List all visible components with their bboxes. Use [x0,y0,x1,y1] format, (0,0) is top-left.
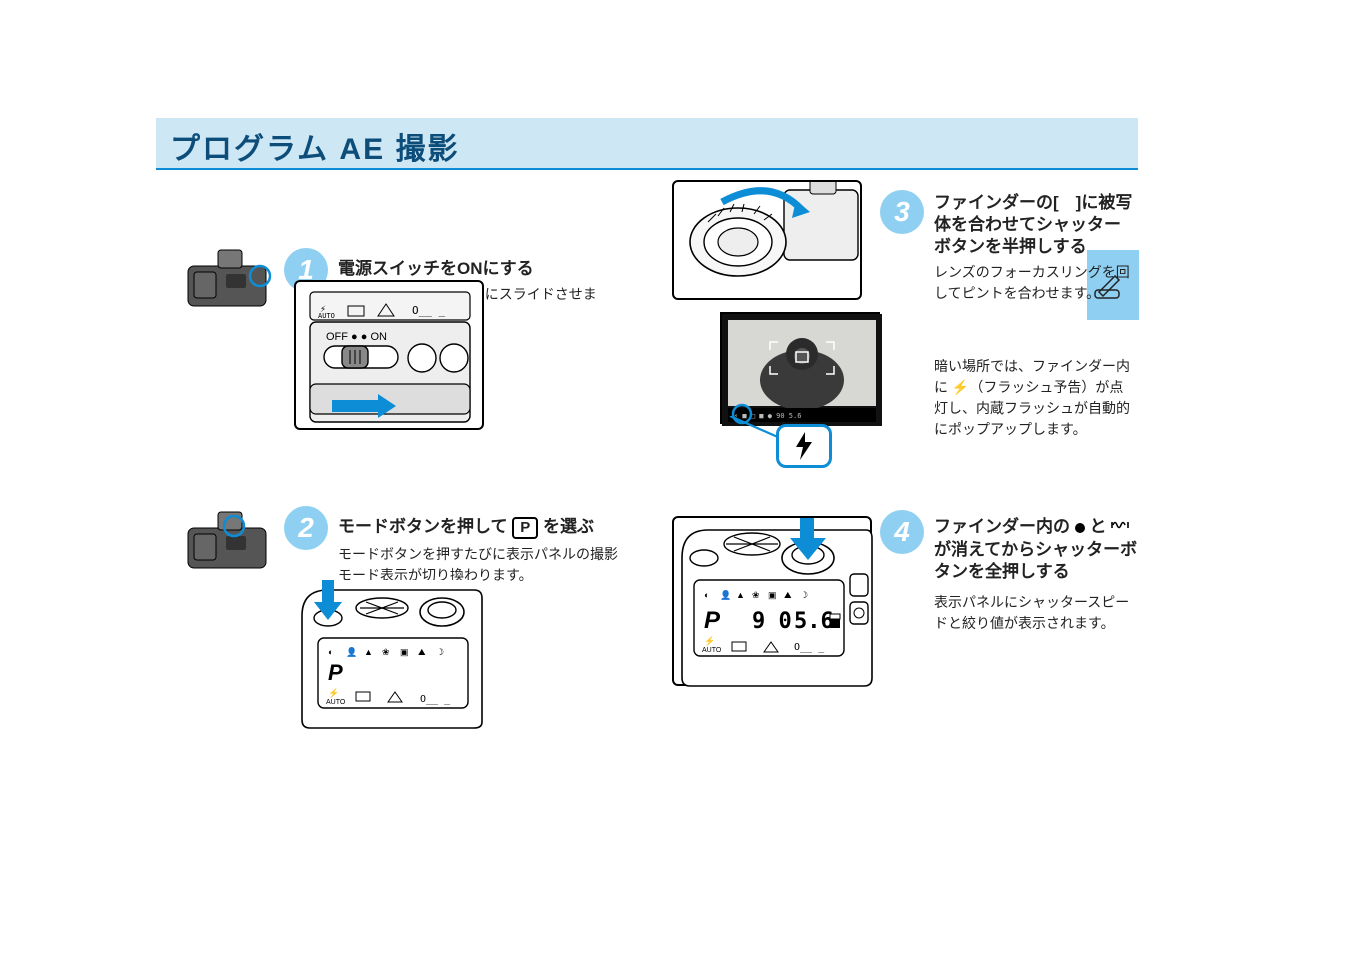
svg-text:AUTO: AUTO [318,312,335,320]
step2-heading-pre: モードボタンを押して [338,517,512,536]
detail-panel-step1: ⚡ AUTO O̲_ _ OFF ● ● ON [294,280,484,430]
svg-text:O̲_ _: O̲_ _ [412,304,445,317]
svg-text:▣: ▣ [768,590,777,600]
mode-p-icon: P [512,517,538,539]
step2-heading-post: を選ぶ [543,517,594,536]
svg-text:👤: 👤 [346,646,357,657]
camera-thumb-step1 [182,244,280,316]
step3-body2: 暗い場所では、ファインダー内に ⚡（フラッシュ予告）が点灯し、内蔵フラッシュが自… [934,356,1134,440]
flash-callout [776,424,832,468]
svg-text:👤: 👤 [720,589,731,600]
page-title: プログラム AE 撮影 [170,124,459,168]
svg-text:OFF ● ● ON: OFF ● ● ON [326,331,387,343]
svg-text:▲: ▲ [364,647,373,657]
svg-text:AUTO: AUTO [702,647,722,654]
svg-text:O̲_ _: O̲_ _ [794,642,825,653]
step4-heading-post: が消えてからシャッターボタンを全押しする [934,540,1137,581]
step4-heading-pre: ファインダー内の [934,517,1070,536]
step-number-3: 3 [880,190,924,234]
svg-text:⛰: ⛰ [418,647,426,657]
svg-text:9 0: 9 0 [752,609,792,634]
step3-body1: レンズのフォーカスリングを回してピントを合わせます。 [934,262,1134,304]
camera-thumb-step2 [182,506,280,578]
svg-text:⚡: ⚡ [704,635,715,647]
svg-text:O̲_ _: O̲_ _ [420,694,451,705]
svg-text:▣: ▣ [400,647,409,657]
step4-body: 表示パネルにシャッタースピードと絞り値が表示されます。 [934,592,1134,634]
detail-panel-step2: ◐ 👤 ▲ ❀ ▣ ⛰ ☽ P ⚡ AUTO O̲_ _ [294,580,484,730]
svg-text:AUTO: AUTO [326,699,346,706]
shake-warn-icon [1111,516,1129,538]
step-num-label: 2 [298,512,314,544]
step2-heading: モードボタンを押して P を選ぶ [338,516,628,539]
flash-icon [794,432,814,460]
step-num-label: 3 [894,196,910,228]
step-number-2: 2 [284,506,328,550]
svg-text:◐: ◐ [704,590,709,600]
step4-heading: ファインダー内の と が消えてからシャッターボタンを全押しする [934,516,1144,583]
svg-text:⚡: ⚡ [328,687,339,699]
step-number-4: 4 [880,510,924,554]
svg-text:☽: ☽ [800,590,808,600]
svg-text:▲: ▲ [736,590,745,600]
focus-dot-icon [1075,523,1085,533]
step3-heading: ファインダーの[ ]に被写体を合わせてシャッターボタンを半押しする [934,192,1134,258]
step4-heading-mid: と [1089,517,1106,536]
svg-text:☽: ☽ [436,647,444,657]
svg-text:5.6: 5.6 [794,609,834,634]
svg-text:P: P [328,660,343,685]
detail-panel-step3-lens [672,180,862,300]
step-num-label: 4 [894,516,910,548]
svg-text:❀: ❀ [382,647,390,657]
svg-text:❀: ❀ [752,590,760,600]
viewfinder-preview: ⚡ ■ □ ■ ● 90 5.6 [720,312,880,424]
detail-panel-step4: ◐ 👤 ▲ ❀ ▣ ⛰ ☽ P 9 0 5.6 ⚡ AUTO O̲_ _ [672,516,872,686]
svg-text:P: P [704,607,721,634]
step1-heading: 電源スイッチをONにする [338,258,618,280]
svg-text:⛰: ⛰ [784,590,792,600]
header-rule [156,168,1138,170]
svg-text:◐: ◐ [328,647,333,657]
